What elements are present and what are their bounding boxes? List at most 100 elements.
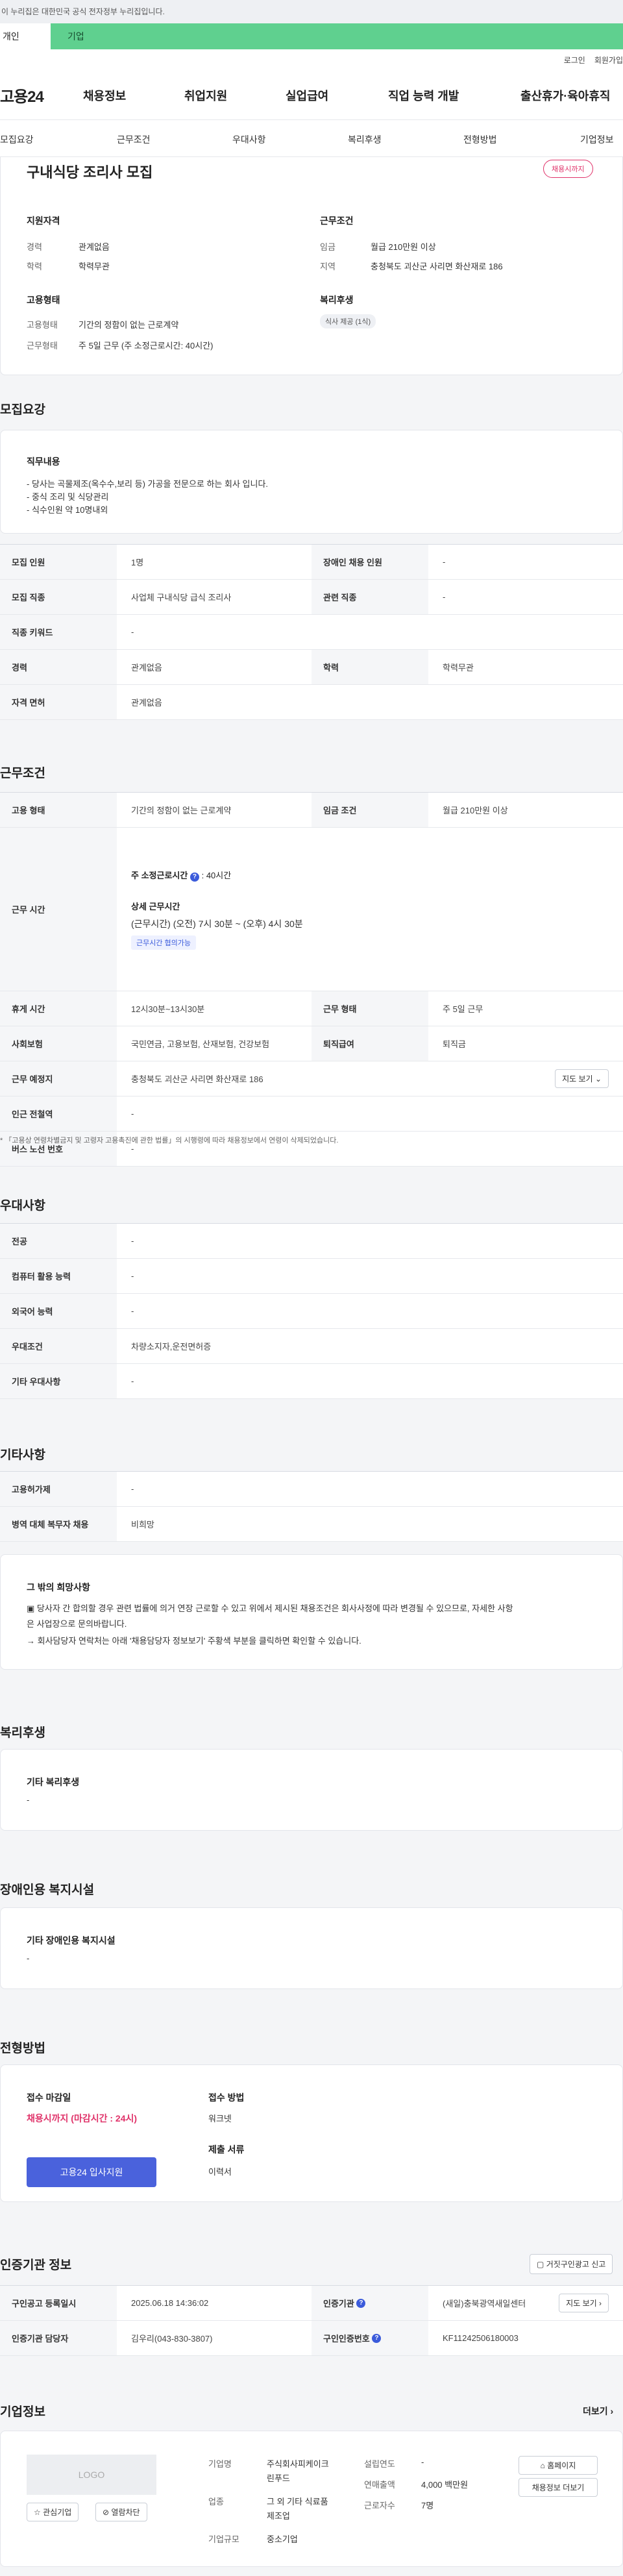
chevron-right-icon: › xyxy=(610,2406,614,2416)
gnb-employment-support[interactable]: 취업지원 xyxy=(184,87,227,104)
table-row: 자격 면허 관계없음 xyxy=(0,685,623,720)
info-icon[interactable]: ? xyxy=(372,2333,382,2343)
table-header: 근무 예정지 xyxy=(0,1061,117,1096)
table-row: 경력 관계없음 학력 학력무관 xyxy=(0,650,623,685)
method-value: 워크넷 xyxy=(208,2114,232,2124)
table-header: 관련 직종 xyxy=(312,580,428,614)
table-header: 장애인 채용 인원 xyxy=(312,545,428,579)
career-value: 관계없음 xyxy=(79,242,110,252)
more-jobs-button[interactable]: 채용정보 더보기 xyxy=(519,2478,598,2497)
apply-button[interactable]: 고용24 입사지원 xyxy=(27,2157,156,2187)
table-cell: - xyxy=(131,1236,134,1246)
welfare-value: - xyxy=(27,1795,30,1805)
lnb-preference[interactable]: 우대사항 xyxy=(232,133,266,146)
table-header: 모집 인원 xyxy=(0,545,117,579)
table-cell: 충청북도 괴산군 사리면 화산재로 186 지도 보기 ⌄ xyxy=(117,1061,623,1096)
false-ad-report-button[interactable]: ▢ 거짓구인광고 신고 xyxy=(530,2254,613,2274)
favorite-company-button[interactable]: ☆ 관심기업 xyxy=(27,2503,79,2521)
table-header: 컴퓨터 활용 능력 xyxy=(0,1259,117,1293)
info-icon[interactable]: ? xyxy=(356,2298,366,2308)
block-view-button[interactable]: ⊘ 열람차단 xyxy=(95,2503,147,2521)
docs-label: 제출 서류 xyxy=(208,2144,245,2155)
gnb-skills-development[interactable]: 직업 능력 개발 xyxy=(388,87,459,104)
table-header: 휴게 시간 xyxy=(0,991,117,1026)
table-row: 전공 - xyxy=(0,1224,623,1259)
gnb-unemployment-benefit[interactable]: 실업급여 xyxy=(286,87,328,104)
table-header: 사회보험 xyxy=(0,1026,117,1061)
map-button[interactable]: 지도 보기 ⌄ xyxy=(555,1069,609,1088)
site-logo[interactable]: 고용24 xyxy=(0,84,44,106)
table-cell: 2025.06.18 14:36:02 xyxy=(131,2298,209,2308)
lnb-selection[interactable]: 전형방법 xyxy=(463,133,497,146)
join-link[interactable]: 회원가입 xyxy=(594,55,623,66)
table-cell: 비희망 xyxy=(131,1520,154,1530)
table-cell: - xyxy=(443,557,446,567)
preference-table: 전공 - 컴퓨터 활용 능력 - 외국어 능력 - 우대조건 차량소지자,운전면허증 기… xyxy=(0,1223,623,1399)
weekly-hours-value: : 40시간 xyxy=(201,871,232,880)
table-row: 외국어 능력 - xyxy=(0,1294,623,1329)
lnb-recruit[interactable]: 모집요강 xyxy=(0,133,34,146)
table-row: 사회보험 국민연금, 고용보험, 산재보험, 건강보험 퇴직급여 퇴직금 xyxy=(0,1026,623,1061)
tab-company[interactable]: 기업 xyxy=(51,23,623,49)
company-title: 기업정보 xyxy=(0,2405,45,2419)
welfare-section-title: 복리후생 xyxy=(0,1726,45,1740)
table-cell: 12시30분~13시30분 xyxy=(131,1004,205,1014)
agency-map-button[interactable]: 지도 보기 › xyxy=(559,2294,609,2312)
company-logo: LOGO xyxy=(27,2455,156,2495)
selection-title: 전형방법 xyxy=(0,2042,45,2055)
table-row: 휴게 시간 12시30분~13시30분 근무 형태 주 5일 근무 xyxy=(0,991,623,1026)
job-summary-card: 구내식당 조리사 모집 채용시까지 지원자격 경력 관계없음 학력 학력무관 근… xyxy=(0,157,623,375)
deadline-label: 접수 마감일 xyxy=(27,2092,71,2103)
company-name-value: 주식회사피케이크 xyxy=(267,2459,329,2469)
recruit-table: 모집 인원 1명 장애인 채용 인원 - 모집 직종 사업체 구내식당 급식 조리사 … xyxy=(0,544,623,720)
region-value: 충청북도 괴산군 사리면 화산재로 186 xyxy=(371,262,503,271)
sales-value: 4,000 백만원 xyxy=(421,2480,469,2490)
agency-table: 구인공고 등록일시 2025.06.18 14:36:02 인증기관 ? (새일)… xyxy=(0,2285,623,2356)
tab-personal[interactable]: 개인 xyxy=(0,23,51,49)
work-place-value: 충청북도 괴산군 사리면 화산재로 186 xyxy=(131,1074,263,1084)
table-cell: KF11242506180003 xyxy=(443,2333,519,2343)
table-header: 우대조건 xyxy=(0,1329,117,1363)
info-icon[interactable]: ? xyxy=(189,873,199,882)
table-header: 인증기관 담당자 xyxy=(0,2321,117,2355)
company-name-value: 린푸드 xyxy=(267,2473,290,2483)
table-cell: 김우리(043-830-3807) xyxy=(131,2334,213,2344)
wage-label: 임금 xyxy=(320,242,336,252)
wage-value: 월급 210만원 이상 xyxy=(371,242,436,252)
education-label: 학력 xyxy=(27,262,42,271)
table-cell: - xyxy=(131,1376,134,1386)
lnb-conditions[interactable]: 근무조건 xyxy=(117,133,151,146)
staff-label: 근로자수 xyxy=(364,2501,395,2510)
table-cell: 사업체 구내식당 급식 조리사 xyxy=(131,593,232,602)
section-nav: 모집요강 근무조건 우대사항 복리후생 전형방법 기업정보 xyxy=(0,119,623,157)
conditions-table: 고용 형태 기간의 정함이 없는 근로계약 임금 조건 월급 210만원 이상 근무… xyxy=(0,792,623,1167)
table-header: 전공 xyxy=(0,1224,117,1258)
gnb-parental-leave[interactable]: 출산휴가·육아휴직 xyxy=(520,87,610,104)
table-row: 인증기관 담당자 김우리(043-830-3807) 구인인증번호 ? KF112… xyxy=(0,2321,623,2356)
lnb-welfare[interactable]: 복리후생 xyxy=(348,133,382,146)
homepage-button[interactable]: ⌂ 홈페이지 xyxy=(519,2456,598,2475)
selection-card: 접수 마감일 채용시까지 (마감시간 : 24시) 고용24 입사지원 접수 방… xyxy=(0,2064,623,2202)
table-header: 퇴직급여 xyxy=(312,1026,428,1061)
table-row: 고용허가제 - xyxy=(0,1472,623,1507)
other-wishes-line: ▣ 당사자 간 합의할 경우 관련 법률에 의거 연장 근로할 수 있고 위에서… xyxy=(27,1604,513,1613)
table-cell: - xyxy=(443,592,446,602)
table-row: 인근 전철역 - xyxy=(0,1096,623,1132)
user-type-tabs: 개인 기업 xyxy=(0,23,623,49)
table-cell: - xyxy=(131,1484,134,1494)
sales-label: 연매출액 xyxy=(364,2480,395,2490)
weekly-hours-label: 주 소정근로시간 xyxy=(131,871,188,880)
company-more-link[interactable]: 더보기 › xyxy=(583,2405,613,2418)
gnb-jobs[interactable]: 채용정보 xyxy=(83,87,126,104)
table-cell: 차량소지자,운전면허증 xyxy=(131,1342,212,1352)
duty-card: 직무내용 - 당사는 곡물제조(옥수수,보리 등) 가공을 전문으로 하는 회사… xyxy=(0,430,623,534)
login-link[interactable]: 로그인 xyxy=(564,55,585,66)
etc-title: 기타사항 xyxy=(0,1448,45,1462)
table-cell: - xyxy=(131,1109,134,1119)
report-icon: ▢ xyxy=(537,2260,544,2269)
duty-line: - 중식 조리 및 식당관리 xyxy=(27,492,109,502)
other-wishes-card: 그 밖의 희망사항 ▣ 당사자 간 합의할 경우 관련 법률에 의거 연장 근로… xyxy=(0,1554,623,1670)
table-row: 모집 인원 1명 장애인 채용 인원 - xyxy=(0,545,623,580)
lnb-company[interactable]: 기업정보 xyxy=(580,133,614,146)
table-header: 구인인증번호 ? xyxy=(312,2321,428,2355)
